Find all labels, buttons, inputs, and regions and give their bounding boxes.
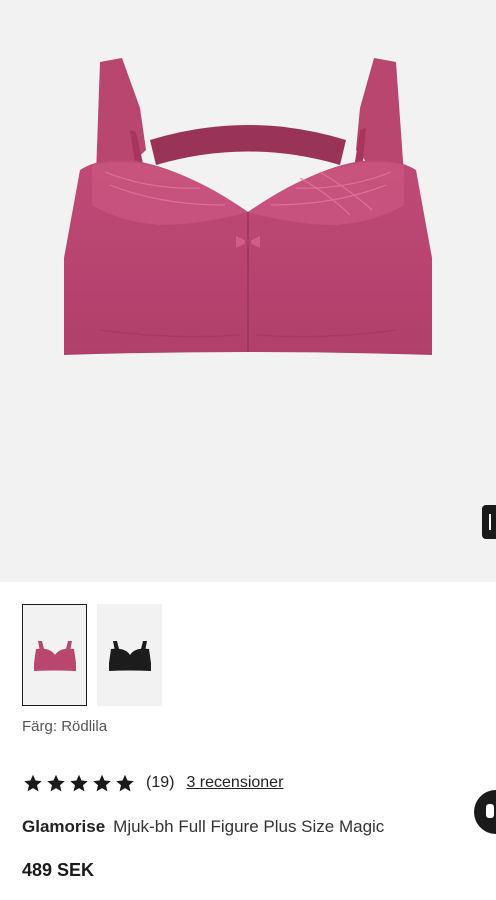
thumbnail-strip (22, 604, 162, 706)
product-name: Mjuk-bh Full Figure Plus Size Magic (113, 817, 385, 836)
color-label: Färg: (22, 718, 58, 735)
bra-product-image (64, 58, 432, 355)
brand-name[interactable]: Glamorise (22, 817, 105, 836)
price: 489 SEK (22, 860, 95, 880)
star-icon (116, 774, 134, 791)
star-icon (24, 774, 42, 791)
product-title: Glamorise Mjuk-bh Full Figure Plus Size M… (22, 817, 496, 837)
thumbnail-black[interactable] (97, 604, 162, 706)
bra-thumbnail-icon (108, 641, 151, 671)
rating-row: (19) 3 recensioner (22, 771, 283, 795)
star-icon (70, 774, 88, 791)
star-icon (93, 774, 111, 791)
rating-count: (19) (146, 774, 175, 791)
star-rating (22, 773, 136, 794)
thumbnail-pink[interactable] (22, 604, 87, 706)
color-info: Färg: Rödlila (22, 718, 107, 735)
chevron-right-icon[interactable] (482, 505, 496, 539)
reviews-link[interactable]: 3 recensioner (186, 774, 283, 792)
color-value: Rödlila (61, 718, 108, 735)
product-image-area[interactable] (0, 0, 496, 582)
star-icon (47, 774, 65, 791)
bra-thumbnail-icon (33, 641, 76, 671)
